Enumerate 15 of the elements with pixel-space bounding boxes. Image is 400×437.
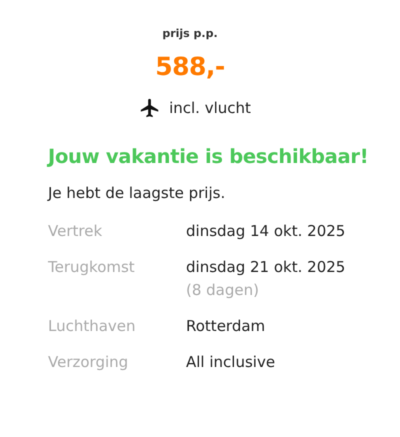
detail-value: All inclusive <box>186 353 276 371</box>
availability-heading: Jouw vakantie is beschikbaar! <box>48 145 370 168</box>
airplane-icon <box>139 97 162 119</box>
detail-value: dinsdag 21 okt. 2025 <box>186 258 346 276</box>
detail-label: Terugkomst <box>48 258 136 278</box>
price-amount: 588,- <box>155 52 225 81</box>
flight-included-text: incl. vlucht <box>169 99 251 117</box>
detail-label: Verzorging <box>48 353 130 371</box>
availability-message: Je hebt de laagste prijs. <box>48 184 226 202</box>
detail-value: dinsdag 14 okt. 2025 <box>186 222 346 240</box>
detail-label: Luchthaven <box>48 317 137 335</box>
detail-note: (8 dagen) <box>186 281 260 299</box>
detail-value: Rotterdam <box>186 317 266 335</box>
price-label: prijs p.p. <box>162 27 218 40</box>
detail-label: Vertrek <box>48 222 104 240</box>
